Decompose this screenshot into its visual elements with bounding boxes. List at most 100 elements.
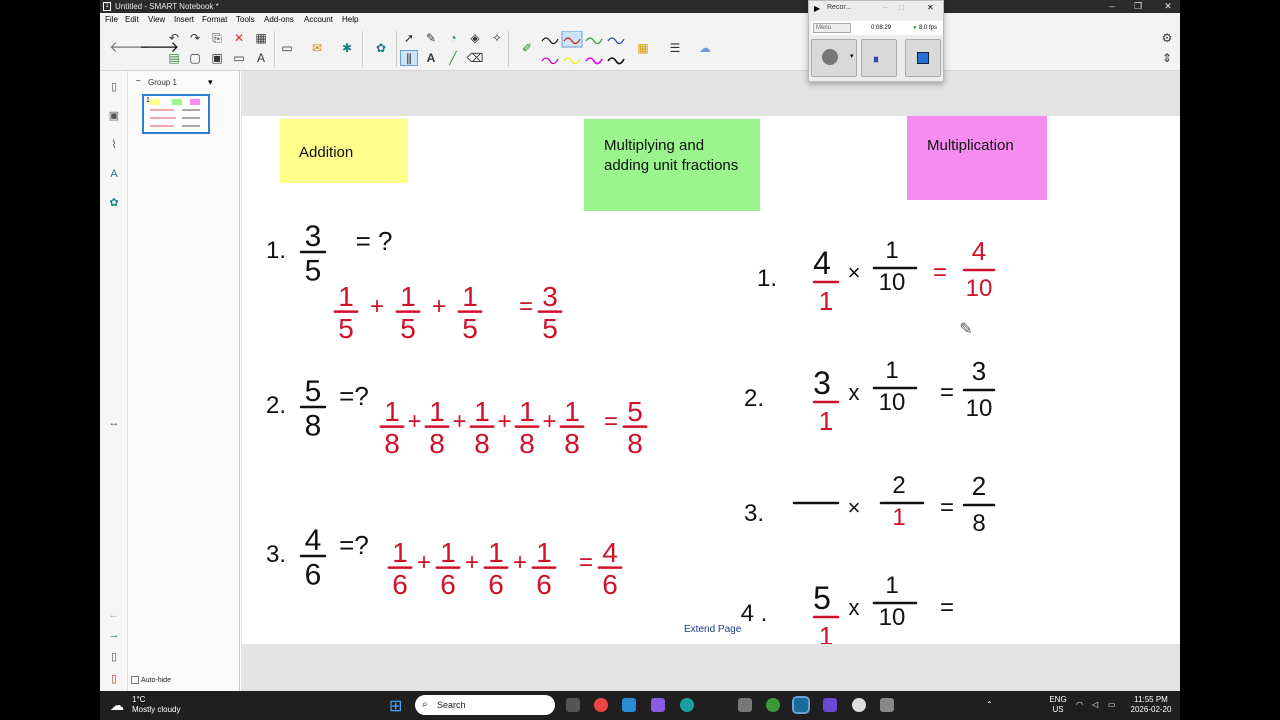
teams-icon[interactable] bbox=[823, 698, 837, 712]
magic-pen-icon[interactable]: ✧ bbox=[488, 30, 506, 46]
activity-icon[interactable]: ✉ bbox=[308, 40, 326, 56]
sidebar-prev-icon[interactable]: ← bbox=[106, 607, 122, 623]
clock[interactable]: 11:55 PM 2026-02-20 bbox=[1126, 695, 1176, 715]
mul-problem-4-lhs-denominator: 1 bbox=[819, 621, 833, 644]
stop-icon bbox=[917, 52, 929, 64]
notebook-page[interactable]: Addition Multiplying and adding unit fra… bbox=[242, 116, 1180, 644]
mul-problem-1-lhs-numerator: 4 bbox=[813, 245, 831, 281]
menu-tools[interactable]: Tools bbox=[236, 13, 255, 27]
pens-icon[interactable]: ⫼ bbox=[400, 50, 418, 66]
response-icon[interactable]: ✱ bbox=[338, 40, 356, 56]
text-icon[interactable]: A bbox=[422, 50, 440, 66]
extend-page-link[interactable]: Extend Page bbox=[684, 624, 741, 635]
sidebar-add-page-icon[interactable]: ▯ bbox=[106, 649, 122, 665]
display-icon[interactable]: ▭ bbox=[278, 40, 296, 56]
effects-icon[interactable]: ☁ bbox=[696, 40, 714, 56]
menu-account[interactable]: Account bbox=[304, 13, 333, 27]
redo-icon[interactable]: ↷ bbox=[186, 30, 204, 46]
move-toolbar-icon[interactable]: ⇕ bbox=[1158, 50, 1176, 66]
undo-icon[interactable]: ↶ bbox=[165, 30, 183, 46]
pause-button[interactable]: ⏸ bbox=[861, 39, 897, 77]
recorder-minimize[interactable]: – bbox=[883, 3, 887, 12]
recorder-menu[interactable]: Menu bbox=[813, 23, 851, 33]
menu-insert[interactable]: Insert bbox=[174, 13, 194, 27]
menu-file[interactable]: File bbox=[105, 13, 118, 27]
add-problem-1-term-3-denominator: 5 bbox=[462, 313, 478, 344]
menu-help[interactable]: Help bbox=[342, 13, 358, 27]
autohide-checkbox[interactable] bbox=[131, 676, 139, 684]
eraser-icon[interactable]: ⌫ bbox=[466, 50, 484, 66]
attachments-icon[interactable]: ⌇ bbox=[106, 137, 122, 153]
weather-icon[interactable]: ☁ bbox=[110, 697, 124, 714]
fill-icon[interactable]: ◈ bbox=[466, 30, 484, 46]
copilot-icon[interactable] bbox=[651, 698, 665, 712]
wifi-icon[interactable]: ◠ bbox=[1076, 700, 1083, 710]
chrome-profile-icon[interactable] bbox=[766, 698, 780, 712]
gallery-icon[interactable]: ▣ bbox=[106, 108, 122, 124]
resize-panel-icon[interactable]: ↔ bbox=[106, 415, 122, 431]
recorder-maximize[interactable]: □ bbox=[899, 3, 904, 12]
save-icon[interactable]: ▣ bbox=[208, 50, 226, 66]
next-page-icon[interactable]: 🡒 bbox=[139, 40, 179, 56]
paste-icon[interactable]: ⎘ bbox=[208, 30, 226, 46]
group-label[interactable]: Group 1 bbox=[148, 78, 177, 87]
menu-addons[interactable]: Add-ons bbox=[264, 13, 294, 27]
menu-format[interactable]: Format bbox=[202, 13, 227, 27]
menu-edit[interactable]: Edit bbox=[125, 13, 139, 27]
outlook-icon[interactable] bbox=[622, 698, 636, 712]
table-icon[interactable]: ▦ bbox=[252, 30, 270, 46]
collapse-group-icon[interactable]: – bbox=[136, 76, 140, 85]
mul-problem-3-number: 3. bbox=[744, 500, 764, 527]
sidebar-next-icon[interactable]: → bbox=[106, 627, 122, 643]
color-palette-icon[interactable]: ▦ bbox=[634, 40, 652, 56]
maximize-button[interactable]: ❐ bbox=[1128, 0, 1148, 13]
shapes-icon[interactable]: ◔ bbox=[444, 30, 462, 46]
screen-shade-icon[interactable]: ▭ bbox=[230, 50, 248, 66]
sidebar-delete-page-icon[interactable]: ▯ bbox=[106, 671, 122, 687]
mul-problem-2-rhs-numerator: 1 bbox=[885, 357, 898, 384]
taskbar-search[interactable]: ⌕ Search bbox=[415, 695, 555, 715]
record-dropdown-icon[interactable]: ▾ bbox=[850, 52, 854, 60]
windows-start-icon[interactable]: ⊞ bbox=[389, 696, 402, 716]
media-player-icon[interactable] bbox=[852, 698, 866, 712]
mul-problem-2-equals: = bbox=[940, 379, 954, 406]
mul-problem-3-rhs-numerator: 2 bbox=[892, 472, 905, 499]
addons-icon[interactable]: ✿ bbox=[106, 195, 122, 211]
properties-icon[interactable]: A bbox=[106, 166, 122, 182]
recorder-close[interactable]: ✕ bbox=[927, 3, 934, 12]
page-sorter-icon[interactable]: ▯ bbox=[106, 79, 122, 95]
delete-icon[interactable]: ✕ bbox=[230, 30, 248, 46]
edge-icon[interactable] bbox=[680, 698, 694, 712]
line-icon[interactable]: ╱ bbox=[444, 50, 462, 66]
add-page-icon[interactable]: ▤ bbox=[165, 50, 183, 66]
page-thumbnail[interactable]: 1 bbox=[142, 94, 210, 134]
pen-swatches[interactable] bbox=[538, 31, 628, 67]
files-icon[interactable] bbox=[738, 698, 752, 712]
open-file-icon[interactable]: ▢ bbox=[186, 50, 204, 66]
record-button[interactable]: ▾ bbox=[811, 39, 857, 77]
close-button[interactable]: ✕ bbox=[1158, 0, 1178, 13]
volume-icon[interactable]: ◁ bbox=[1092, 700, 1098, 710]
pen-tool-icon[interactable]: ✎ bbox=[422, 30, 440, 46]
menu-view[interactable]: View bbox=[148, 13, 165, 27]
select-icon[interactable]: ➚ bbox=[400, 30, 418, 46]
group-dropdown-icon[interactable]: ▾ bbox=[208, 77, 213, 88]
autohide-option[interactable]: Auto-hide bbox=[131, 676, 171, 684]
stop-button[interactable] bbox=[905, 39, 941, 77]
chrome-icon[interactable] bbox=[594, 698, 608, 712]
addons-toolbar-icon[interactable]: ✿ bbox=[372, 40, 390, 56]
pen-color-icon[interactable]: ✐ bbox=[518, 40, 536, 56]
previous-page-icon[interactable]: 🡐 bbox=[109, 40, 149, 56]
smart-notebook-taskbar-icon[interactable] bbox=[792, 696, 810, 714]
settings-gear-icon[interactable]: ⚙ bbox=[1158, 30, 1176, 46]
battery-icon[interactable]: ▭ bbox=[1108, 700, 1116, 710]
tray-overflow-icon[interactable]: ⌃ bbox=[986, 700, 993, 710]
task-view-icon[interactable] bbox=[566, 698, 580, 712]
add-problem-2-plus-4: + bbox=[542, 408, 556, 435]
weather-widget[interactable]: 1°C Mostly cloudy bbox=[132, 695, 180, 715]
line-style-icon[interactable]: ☰ bbox=[666, 40, 684, 56]
language-indicator[interactable]: ENG US bbox=[1046, 695, 1070, 715]
recorder-taskbar-icon[interactable] bbox=[880, 698, 894, 712]
spellcheck-icon[interactable]: A bbox=[252, 50, 270, 66]
minimize-button[interactable]: – bbox=[1102, 0, 1122, 13]
